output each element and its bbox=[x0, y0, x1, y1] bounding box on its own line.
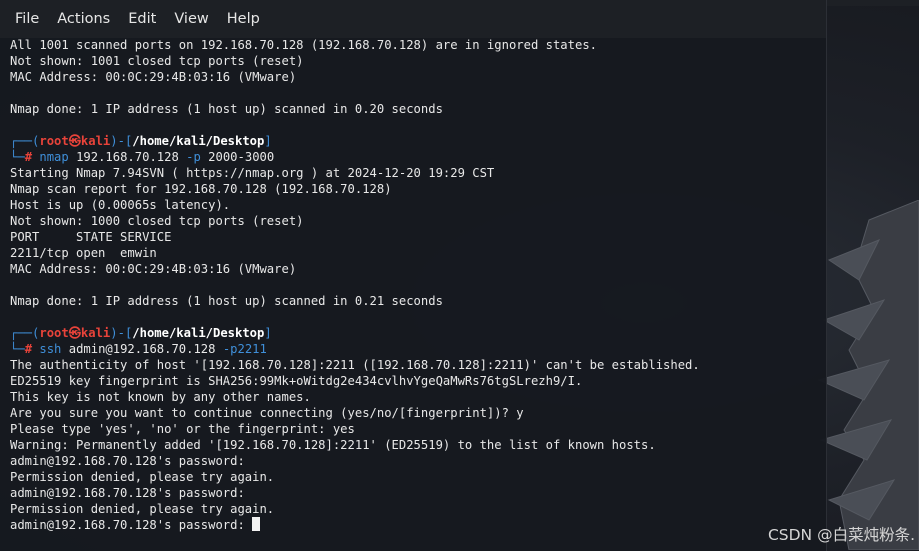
prompt-hash: # bbox=[24, 150, 33, 164]
menu-view[interactable]: View bbox=[165, 0, 217, 38]
prompt-mid: )-[ bbox=[110, 326, 133, 340]
text-cursor bbox=[252, 517, 261, 531]
terminal-window[interactable]: File Actions Edit View Help All 1001 sca… bbox=[0, 0, 827, 551]
prompt-line: ┌──(root㉿kali)-[/home/kali/Desktop] bbox=[10, 325, 826, 341]
output-line: Permission denied, please try again. bbox=[10, 502, 275, 516]
command-args: 192.168.70.128 bbox=[68, 150, 187, 164]
command-line: └─# nmap 192.168.70.128 -p 2000-3000 bbox=[10, 149, 826, 165]
command-program: ssh bbox=[39, 342, 62, 356]
prompt-end: ] bbox=[264, 326, 272, 340]
prompt-mid: )-[ bbox=[110, 134, 133, 148]
prompt-path: /home/kali/Desktop bbox=[132, 326, 265, 340]
prompt-line: ┌──(root㉿kali)-[/home/kali/Desktop] bbox=[10, 133, 826, 149]
prompt-hash: # bbox=[24, 342, 33, 356]
password-prompt: admin@192.168.70.128's password: bbox=[10, 518, 253, 532]
command-flag: -p bbox=[186, 150, 201, 164]
command-line: └─# ssh admin@192.168.70.128 -p2211 bbox=[10, 341, 826, 357]
output-line: Are you sure you want to continue connec… bbox=[10, 406, 524, 420]
menu-file[interactable]: File bbox=[6, 0, 48, 38]
output-line: MAC Address: 00:0C:29:4B:03:16 (VMware) bbox=[10, 70, 297, 84]
output-line: Not shown: 1001 closed tcp ports (reset) bbox=[10, 54, 304, 68]
command-program: nmap bbox=[39, 150, 69, 164]
prompt-host: kali bbox=[80, 326, 111, 340]
output-line: Please type 'yes', 'no' or the fingerpri… bbox=[10, 422, 355, 436]
menu-edit[interactable]: Edit bbox=[119, 0, 165, 38]
command-value: 2000-3000 bbox=[200, 150, 275, 164]
prompt-end: ] bbox=[264, 134, 272, 148]
prompt-box-start: ┌──( bbox=[10, 134, 40, 148]
prompt-corner: └─ bbox=[10, 342, 25, 356]
output-line: admin@192.168.70.128's password: bbox=[10, 486, 245, 500]
command-args: admin@192.168.70.128 bbox=[61, 342, 223, 356]
output-line: This key is not known by any other names… bbox=[10, 390, 311, 404]
output-line: Not shown: 1000 closed tcp ports (reset) bbox=[10, 214, 304, 228]
prompt-box-start: ┌──( bbox=[10, 326, 40, 340]
terminal-output[interactable]: All 1001 scanned ports on 192.168.70.128… bbox=[10, 37, 826, 533]
output-line: Nmap scan report for 192.168.70.128 (192… bbox=[10, 182, 392, 196]
prompt-host: kali bbox=[80, 134, 111, 148]
menu-help[interactable]: Help bbox=[218, 0, 269, 38]
output-line: Starting Nmap 7.94SVN ( https://nmap.org… bbox=[10, 166, 495, 180]
terminal-menubar: File Actions Edit View Help bbox=[0, 0, 826, 38]
watermark: CSDN @白菜炖粉条. bbox=[767, 526, 915, 544]
skull-icon: ㉿ bbox=[68, 326, 81, 340]
prompt-path: /home/kali/Desktop bbox=[132, 134, 265, 148]
output-line: Nmap done: 1 IP address (1 host up) scan… bbox=[10, 294, 443, 308]
output-line: 2211/tcp open emwin bbox=[10, 246, 157, 260]
output-line: Permission denied, please try again. bbox=[10, 470, 275, 484]
prompt-user: root bbox=[39, 134, 69, 148]
output-line: The authenticity of host '[192.168.70.12… bbox=[10, 358, 700, 372]
output-line: Warning: Permanently added '[192.168.70.… bbox=[10, 438, 656, 452]
command-flag: -p2211 bbox=[222, 342, 267, 356]
prompt-user: root bbox=[39, 326, 69, 340]
prompt-corner: └─ bbox=[10, 150, 25, 164]
menu-actions[interactable]: Actions bbox=[48, 0, 119, 38]
output-line: MAC Address: 00:0C:29:4B:03:16 (VMware) bbox=[10, 262, 297, 276]
output-line: Nmap done: 1 IP address (1 host up) scan… bbox=[10, 102, 443, 116]
output-line: All 1001 scanned ports on 192.168.70.128… bbox=[10, 38, 597, 52]
output-line: ED25519 key fingerprint is SHA256:99Mk+o… bbox=[10, 374, 583, 388]
password-prompt-line[interactable]: admin@192.168.70.128's password: bbox=[10, 517, 826, 533]
output-line: Host is up (0.00065s latency). bbox=[10, 198, 231, 212]
output-line: PORT STATE SERVICE bbox=[10, 230, 172, 244]
skull-icon: ㉿ bbox=[68, 134, 81, 148]
output-line: admin@192.168.70.128's password: bbox=[10, 454, 245, 468]
